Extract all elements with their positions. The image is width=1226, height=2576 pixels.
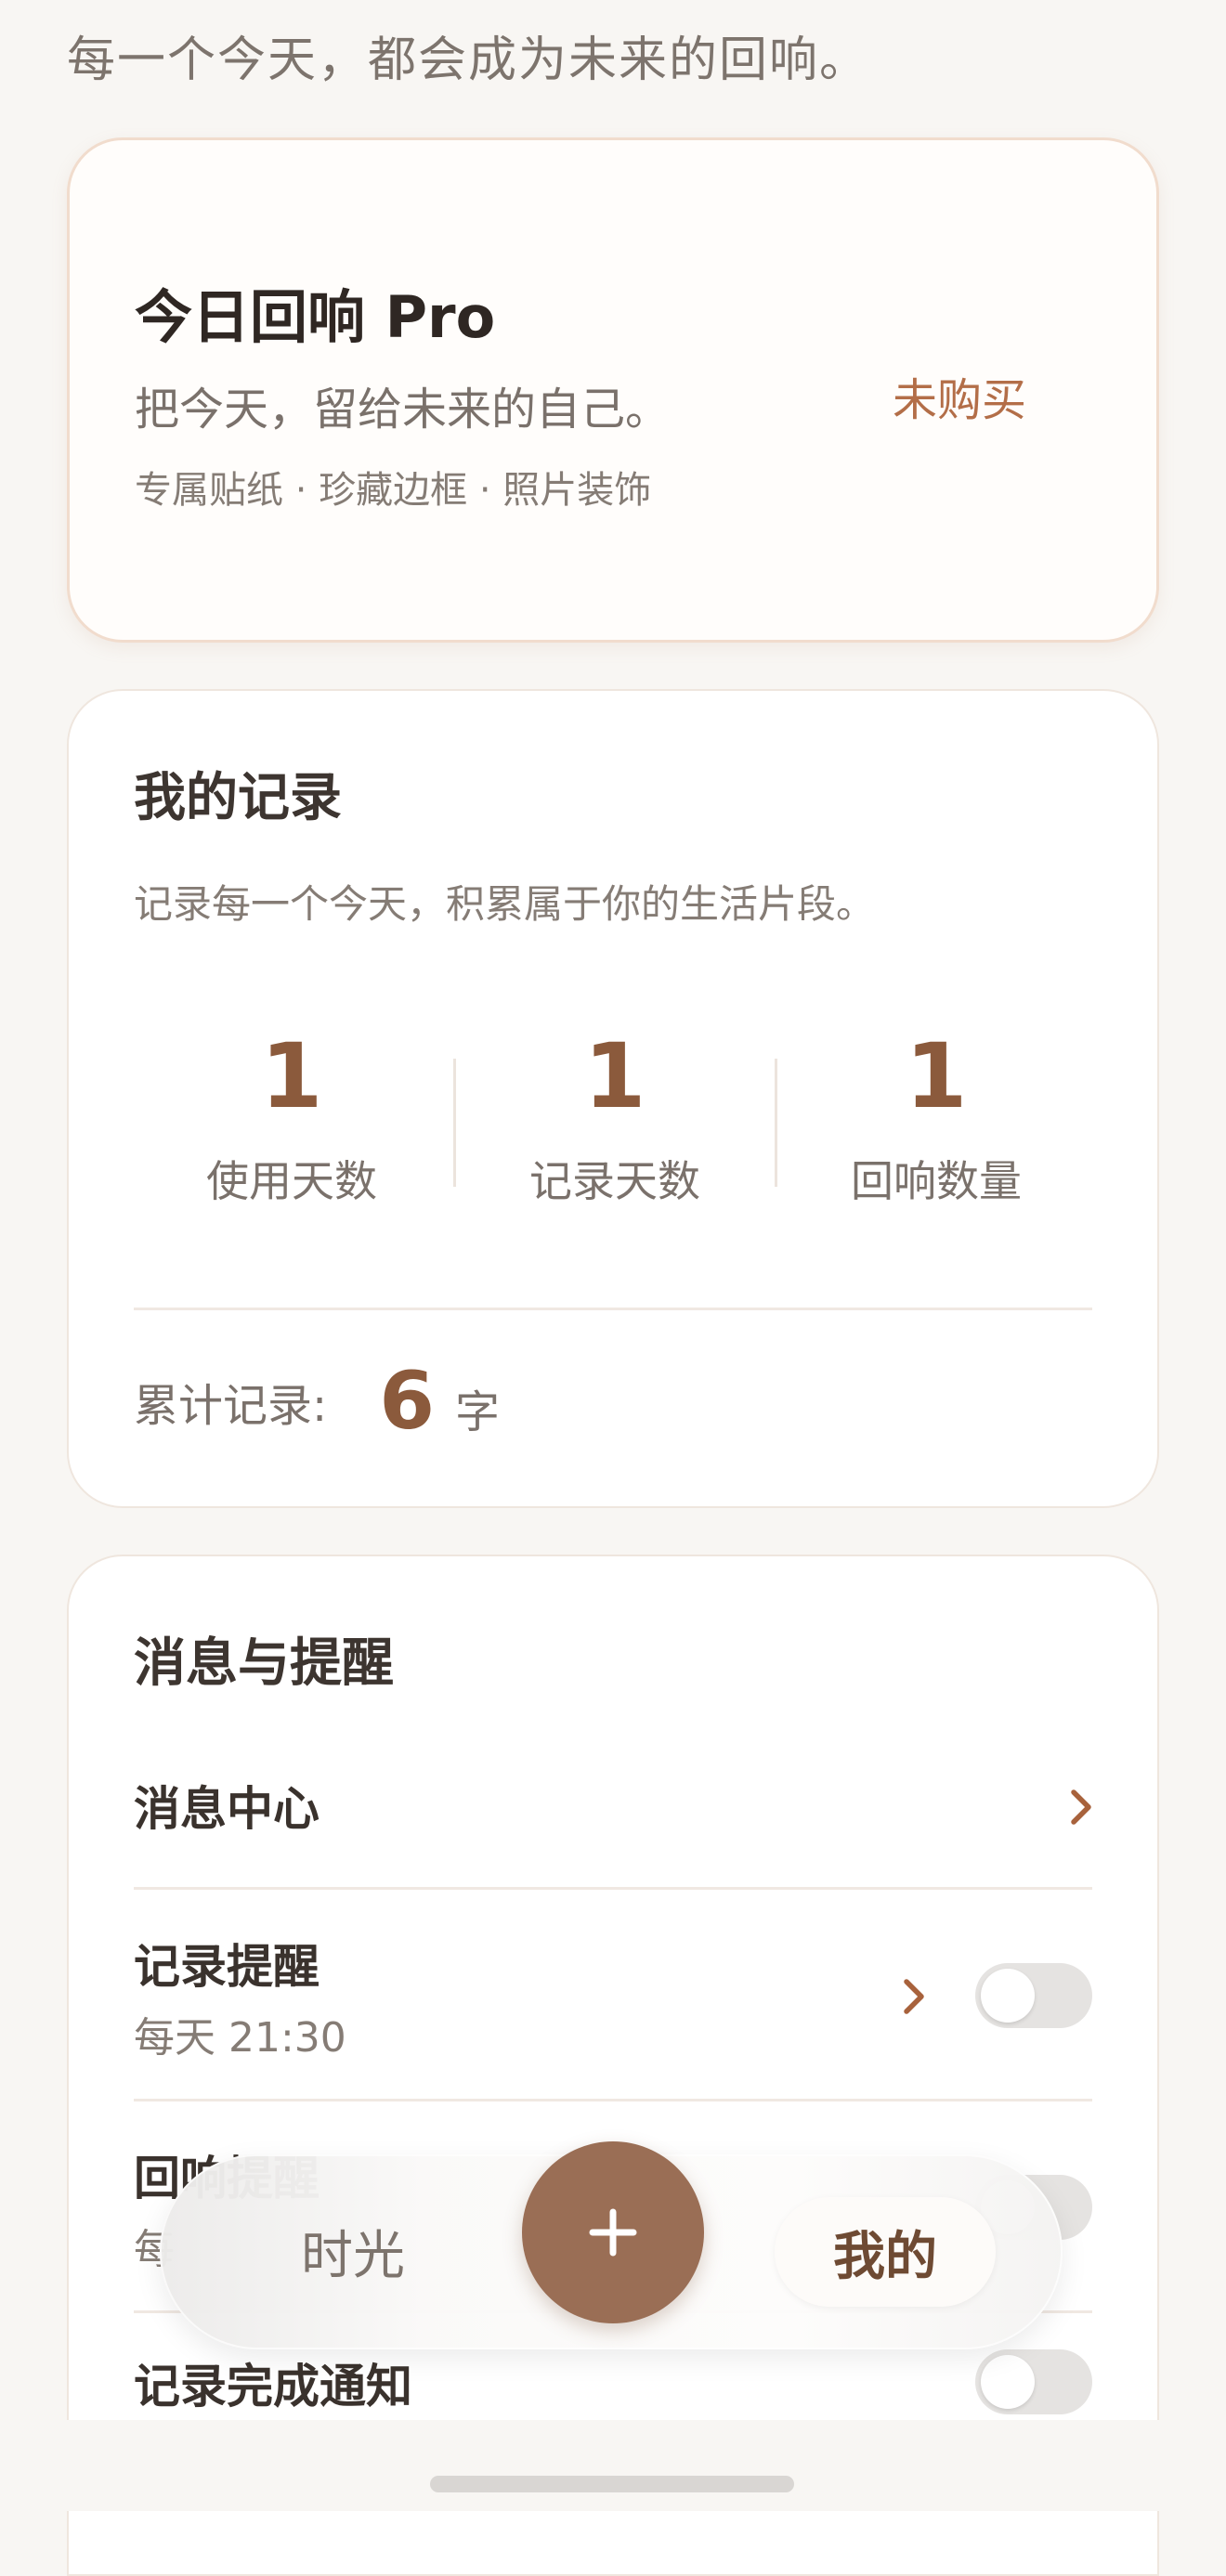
chevron-right-icon[interactable] <box>895 1969 933 2024</box>
plus-icon <box>589 2208 637 2257</box>
tab-mine[interactable]: 我的 <box>775 2197 996 2307</box>
stat-value: 1 <box>905 1024 968 1128</box>
pro-subtitle: 把今天，留给未来的自己。 <box>135 384 671 436</box>
records-description: 记录每一个今天，积累属于你的生活片段。 <box>134 881 876 927</box>
toggle-knob <box>981 1969 1035 2023</box>
total-label: 累计记录: <box>134 1380 328 1432</box>
add-button[interactable] <box>522 2141 704 2323</box>
tab-time[interactable]: 时光 <box>279 2214 427 2289</box>
record-reminder-row[interactable]: 记录提醒 每天 21:30 <box>134 1907 1092 2093</box>
stat-divider <box>775 1059 777 1187</box>
stat-label: 使用天数 <box>206 1156 377 1206</box>
divider <box>134 2099 1092 2101</box>
messages-title: 消息与提醒 <box>134 1633 394 1694</box>
message-center-label: 消息中心 <box>134 1782 320 1836</box>
completion-notice-toggle[interactable] <box>975 2349 1092 2414</box>
total-unit: 字 <box>455 1386 501 1438</box>
pro-card[interactable]: 今日回响 Pro 把今天，留给未来的自己。 专属贴纸 · 珍藏边框 · 照片装饰… <box>67 137 1159 643</box>
home-indicator[interactable] <box>430 2476 794 2492</box>
stat-usage-days: 1 使用天数 <box>134 1025 450 1209</box>
completion-notice-label: 记录完成通知 <box>134 2360 412 2413</box>
stat-value: 1 <box>583 1024 646 1128</box>
total-value: 6 <box>379 1355 436 1448</box>
pro-title: 今日回响 Pro <box>135 283 496 351</box>
records-title: 我的记录 <box>134 768 342 828</box>
total-records-row: 累计记录: 6 字 <box>134 1350 500 1452</box>
divider <box>134 1308 1092 1310</box>
stat-echo-count: 1 回响数量 <box>778 1025 1094 1209</box>
tagline: 每一个今天，都会成为未来的回响。 <box>67 33 870 88</box>
message-center-row[interactable]: 消息中心 <box>134 1751 1092 1855</box>
bottom-area <box>0 2420 1226 2511</box>
record-reminder-time: 每天 21:30 <box>134 2014 346 2062</box>
stat-divider <box>453 1059 456 1187</box>
toggle-knob <box>981 2355 1035 2409</box>
stat-label: 记录天数 <box>529 1156 700 1206</box>
divider <box>134 1887 1092 1890</box>
records-card: 我的记录 记录每一个今天，积累属于你的生活片段。 1 使用天数 1 记录天数 1… <box>67 689 1159 1508</box>
chevron-right-icon <box>1071 1789 1091 1825</box>
stat-value: 1 <box>260 1024 323 1128</box>
pro-features: 专属贴纸 · 珍藏边框 · 照片装饰 <box>135 469 652 512</box>
record-reminder-toggle[interactable] <box>975 1963 1092 2028</box>
stat-record-days: 1 记录天数 <box>457 1025 773 1209</box>
stat-label: 回响数量 <box>851 1156 1022 1206</box>
record-reminder-label: 记录提醒 <box>134 1940 320 1994</box>
pro-purchase-status[interactable]: 未购买 <box>893 363 1026 428</box>
